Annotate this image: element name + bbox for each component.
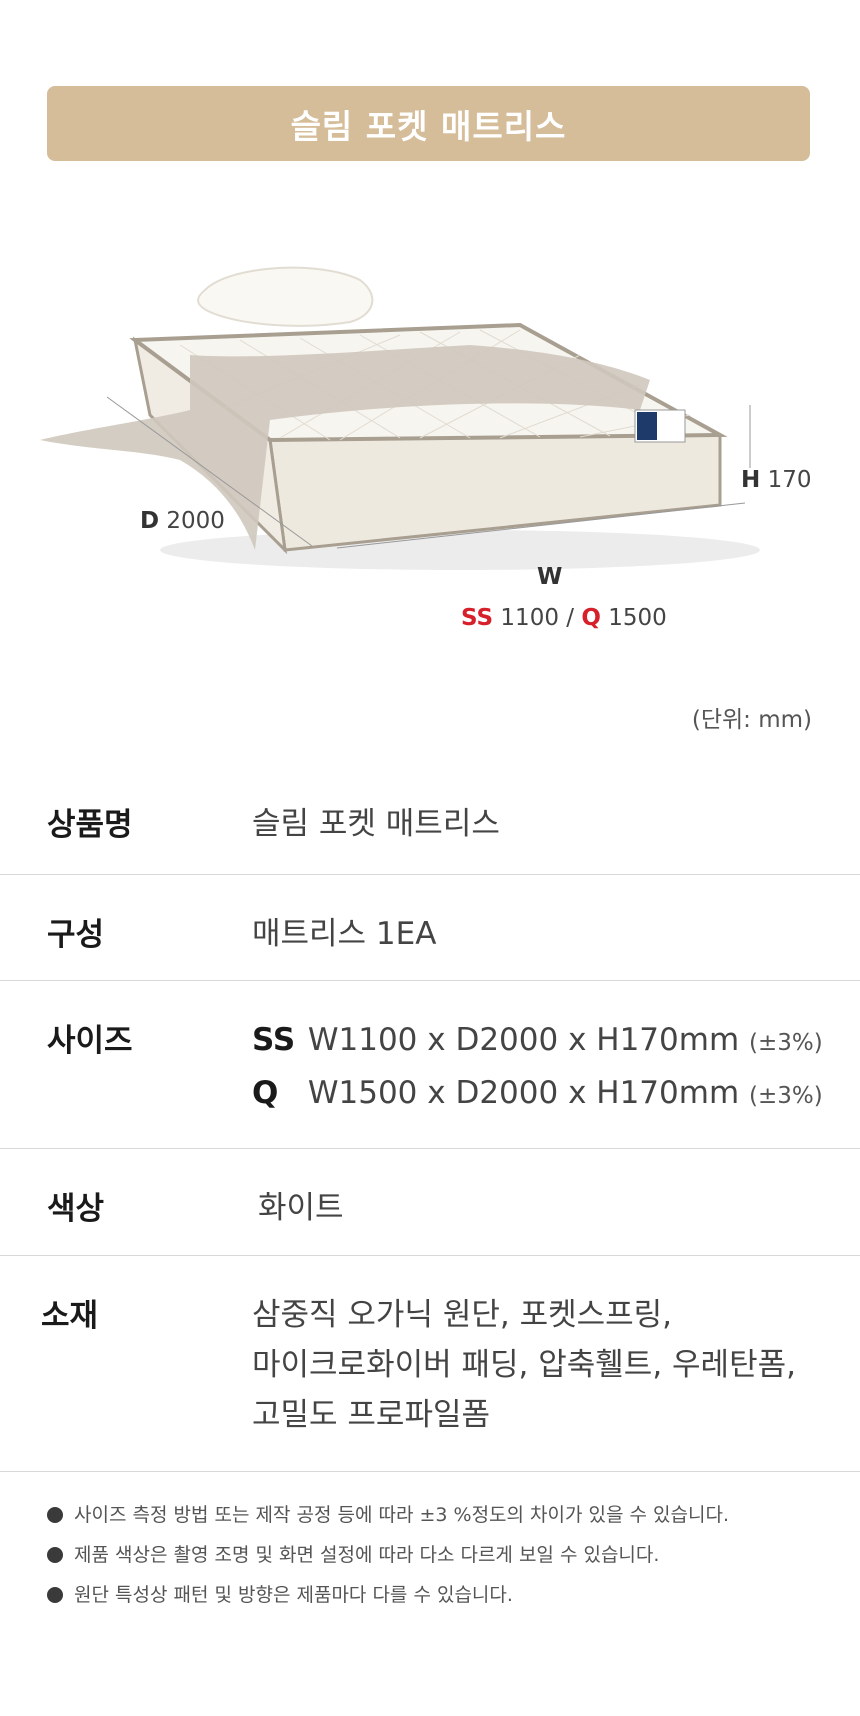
q-key: Q [581, 605, 601, 631]
spec-label-name: 상품명 [47, 807, 133, 843]
size-key-q: Q [252, 1075, 279, 1111]
width-label: W [537, 564, 562, 590]
height-key: H [741, 467, 761, 493]
spec-value-name: 슬림 포켓 매트리스 [252, 806, 500, 842]
spec-label-material: 소재 [41, 1298, 99, 1334]
pillow-shape [197, 266, 374, 327]
ss-value: 1100 [500, 605, 559, 631]
spec-value-composition: 매트리스 1EA [252, 916, 437, 952]
spec-value-size: SS W1100 x D2000 x H170mm (±3%) Q W1500 … [252, 1015, 823, 1121]
size-value-ss: W1100 x D2000 x H170mm [307, 1022, 740, 1058]
notes-list: 사이즈 측정 방법 또는 제작 공정 등에 따라 ±3 %정도의 차이가 있을 … [47, 1500, 729, 1620]
depth-key: D [140, 508, 160, 534]
size-tolerance-ss: (±3%) [749, 1030, 823, 1056]
material-line: 삼중직 오가닉 원단, 포켓스프링, [252, 1297, 673, 1333]
brand-tag-logo [637, 412, 657, 440]
spec-value-color: 화이트 [258, 1190, 344, 1226]
material-line: 고밀도 프로파일폼 [252, 1397, 491, 1433]
page-title: 슬림 포켓 매트리스 [47, 86, 810, 161]
width-key: W [537, 564, 563, 590]
width-values: SS 1100 / Q 1500 [461, 605, 667, 631]
size-key-ss: SS [252, 1022, 296, 1058]
spec-row-color: 색상 화이트 [0, 1149, 860, 1256]
bullet-icon [47, 1547, 63, 1563]
depth-value: 2000 [166, 508, 225, 534]
note-text: 원단 특성상 패턴 및 방향은 제품마다 다를 수 있습니다. [74, 1584, 513, 1606]
size-row-q: Q W1500 x D2000 x H170mm (±3%) [252, 1068, 823, 1121]
mattress-image [40, 266, 760, 570]
spec-label-color: 색상 [47, 1191, 105, 1227]
size-value-q: W1500 x D2000 x H170mm [307, 1075, 740, 1111]
note-item: 제품 색상은 촬영 조명 및 화면 설정에 따라 다소 다르게 보일 수 있습니… [47, 1540, 729, 1580]
q-value: 1500 [608, 605, 667, 631]
spec-row-composition: 구성 매트리스 1EA [0, 875, 860, 981]
depth-label: D 2000 [140, 508, 225, 534]
height-value: 170 [767, 467, 812, 493]
slash-separator: / [566, 605, 575, 631]
ss-key: SS [461, 605, 494, 631]
spec-row-material: 소재 삼중직 오가닉 원단, 포켓스프링, 마이크로화이버 패딩, 압축휄트, … [0, 1256, 860, 1472]
spec-row-size: 사이즈 SS W1100 x D2000 x H170mm (±3%) Q W1… [0, 981, 860, 1149]
size-row-ss: SS W1100 x D2000 x H170mm (±3%) [252, 1015, 823, 1068]
bullet-icon [47, 1587, 63, 1603]
note-item: 원단 특성상 패턴 및 방향은 제품마다 다를 수 있습니다. [47, 1580, 729, 1620]
spec-label-composition: 구성 [47, 917, 105, 953]
spec-row-name: 상품명 슬림 포켓 매트리스 [0, 765, 860, 875]
note-item: 사이즈 측정 방법 또는 제작 공정 등에 따라 ±3 %정도의 차이가 있을 … [47, 1500, 729, 1540]
note-text: 사이즈 측정 방법 또는 제작 공정 등에 따라 ±3 %정도의 차이가 있을 … [74, 1504, 730, 1526]
bullet-icon [47, 1507, 63, 1523]
size-tolerance-q: (±3%) [749, 1083, 823, 1109]
spec-value-material: 삼중직 오가닉 원단, 포켓스프링, 마이크로화이버 패딩, 압축휄트, 우레탄… [252, 1290, 796, 1440]
material-line: 마이크로화이버 패딩, 압축휄트, 우레탄폼, [252, 1347, 796, 1383]
height-label: H 170 [741, 467, 811, 493]
note-text: 제품 색상은 촬영 조명 및 화면 설정에 따라 다소 다르게 보일 수 있습니… [74, 1544, 660, 1566]
spec-table: 상품명 슬림 포켓 매트리스 구성 매트리스 1EA 사이즈 SS W1100 … [0, 765, 860, 1472]
spec-label-size: 사이즈 [47, 1023, 133, 1059]
unit-note: (단위: mm) [691, 707, 812, 733]
